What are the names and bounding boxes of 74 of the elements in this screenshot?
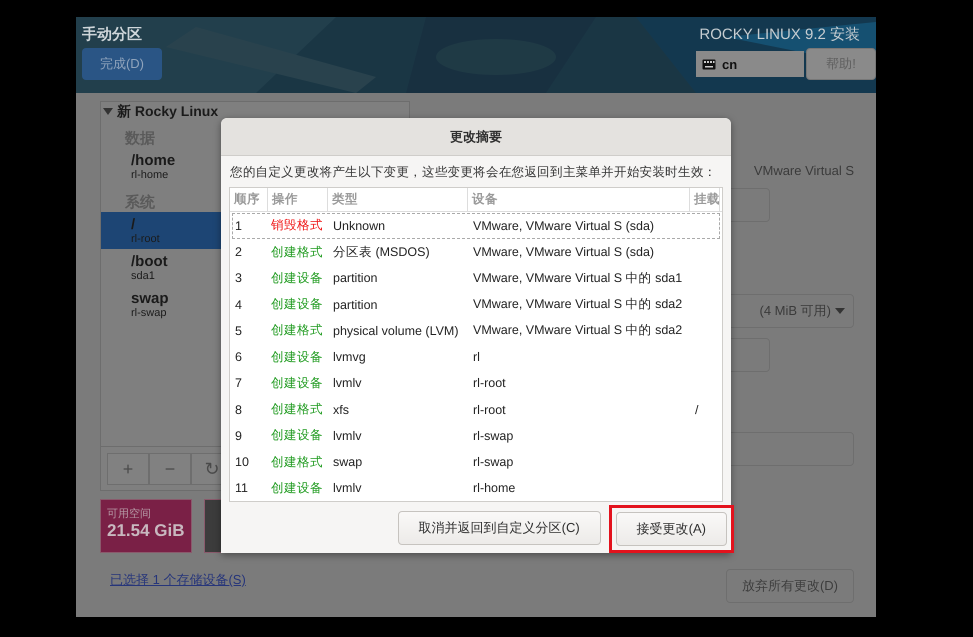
column-header[interactable]: 顺序 (230, 188, 268, 212)
order-cell-text: 10 (234, 455, 250, 470)
order-cell-text: 4 (234, 298, 243, 312)
device-cell-text: VMware, VMware Virtual S (sda) (472, 218, 656, 233)
device-cell-text: VMware, VMware Virtual S 中的 sda1 (472, 270, 684, 287)
type-cell-text: partition (332, 271, 378, 286)
toolbar-button[interactable]: − (149, 453, 191, 485)
device-cell-text: rl-root (472, 376, 507, 390)
accept-button[interactable]: 接受更改(A) (616, 512, 727, 546)
type-cell-text: Unknown (332, 218, 386, 233)
type-cell-text: 分区表 (MSDOS) (332, 244, 431, 261)
product-title: ROCKY LINUX 9.2 安装 (699, 25, 860, 44)
order-cell-text: 8 (234, 402, 243, 417)
action-cell-text: 销毁格式 (271, 217, 324, 234)
order-cell-text: 3 (234, 271, 243, 286)
order-cell-text: 5 (234, 324, 243, 338)
card-label: 可用空间 (107, 506, 152, 521)
type-cell-text: partition (332, 298, 378, 312)
column-header[interactable]: 设备 (468, 188, 690, 212)
type-cell-text: physical volume (LVM) (332, 324, 460, 338)
order-cell-text: 1 (234, 218, 243, 233)
order-cell-text: 11 (234, 481, 249, 496)
device-cell-text: rl (472, 350, 481, 364)
card-value: 21.54 GiB (107, 521, 185, 541)
storage-devices-link[interactable]: 已选择 1 个存储设备(S) (110, 571, 410, 589)
device-cell-text: rl-swap (472, 428, 514, 443)
order-cell-text: 9 (234, 428, 243, 443)
done-button[interactable]: 完成(D) (82, 48, 162, 80)
installation-title: 新 Rocky Linux (117, 103, 218, 121)
dialog-message: 您的自定义更改将产生以下变更，这些变更将会在您返回到主菜单并开始安装时生效： (229, 164, 718, 182)
action-cell-text: 创建设备 (271, 270, 324, 287)
type-cell-text: lvmvg (332, 350, 367, 364)
dialog-title: 更改摘要 (450, 128, 502, 146)
device-cell-text: VMware, VMware Virtual S (sda) (472, 245, 656, 260)
keyboard-layout-field[interactable]: cn (696, 51, 804, 77)
action-cell-text: 创建设备 (271, 480, 324, 497)
type-cell-text: lvmlv (332, 481, 362, 496)
action-cell-text: 创建格式 (271, 401, 324, 418)
order-cell-text: 6 (234, 350, 243, 364)
device-cell-text: VMware, VMware Virtual S 中的 sda2 (472, 322, 684, 340)
type-cell-text: xfs (332, 402, 350, 417)
cancel-button[interactable]: 取消并返回到自定义分区(C) (398, 510, 601, 544)
action-cell-text: 创建设备 (271, 427, 324, 444)
order-cell-text: 7 (234, 376, 243, 390)
table-row[interactable]: 10 创建格式 swap rl-swap (232, 450, 720, 475)
action-cell-text: 创建设备 (271, 348, 324, 366)
table-row[interactable]: 9 创建设备 lvmlv rl-swap (232, 423, 720, 449)
action-cell-text: 创建格式 (271, 244, 324, 261)
action-cell-text: 创建设备 (271, 374, 324, 392)
table-row[interactable]: 6 创建设备 lvmvg rl (232, 344, 720, 370)
order-cell-text: 2 (234, 245, 243, 260)
table-row[interactable]: 1 销毁格式 Unknown VMware, VMware Virtual S (sda) (232, 213, 720, 239)
type-cell-text: lvmlv (332, 428, 362, 443)
column-header[interactable]: 操作 (268, 188, 328, 212)
mount-cell-text: / (694, 402, 700, 417)
table-row[interactable]: 8 创建格式 xfs rl-root / (232, 397, 720, 422)
table-row[interactable]: 2 创建格式 分区表 (MSDOS) VMware, VMware Virtual S (sda) (232, 240, 720, 265)
device-cell-text: VMware, VMware Virtual S 中的 sda2 (472, 296, 684, 314)
action-cell-text: 创建设备 (271, 296, 324, 314)
table-row[interactable]: 3 创建设备 partition VMware, VMware Virtual S 中的 sda1 (232, 266, 720, 292)
action-cell-text: 创建格式 (271, 322, 324, 340)
page-title: 手动分区 (82, 25, 143, 44)
action-cell-text: 创建格式 (271, 454, 324, 471)
device-description: VMware Virtual S (754, 163, 854, 178)
discard-changes-button[interactable]: 放弃所有更改(D) (726, 569, 854, 603)
table-row[interactable]: 11 创建设备 lvmlv rl-home (232, 476, 720, 501)
device-cell-text: rl-root (472, 402, 507, 417)
device-cell-text: rl-swap (472, 455, 514, 470)
type-cell-text: swap (332, 455, 364, 470)
table-row[interactable]: 7 创建设备 lvmlv rl-root (232, 370, 720, 396)
type-cell-text: lvmlv (332, 376, 362, 390)
device-cell-text: rl-home (472, 481, 516, 496)
toolbar-button[interactable]: + (107, 453, 149, 485)
column-header[interactable]: 类型 (328, 188, 468, 212)
